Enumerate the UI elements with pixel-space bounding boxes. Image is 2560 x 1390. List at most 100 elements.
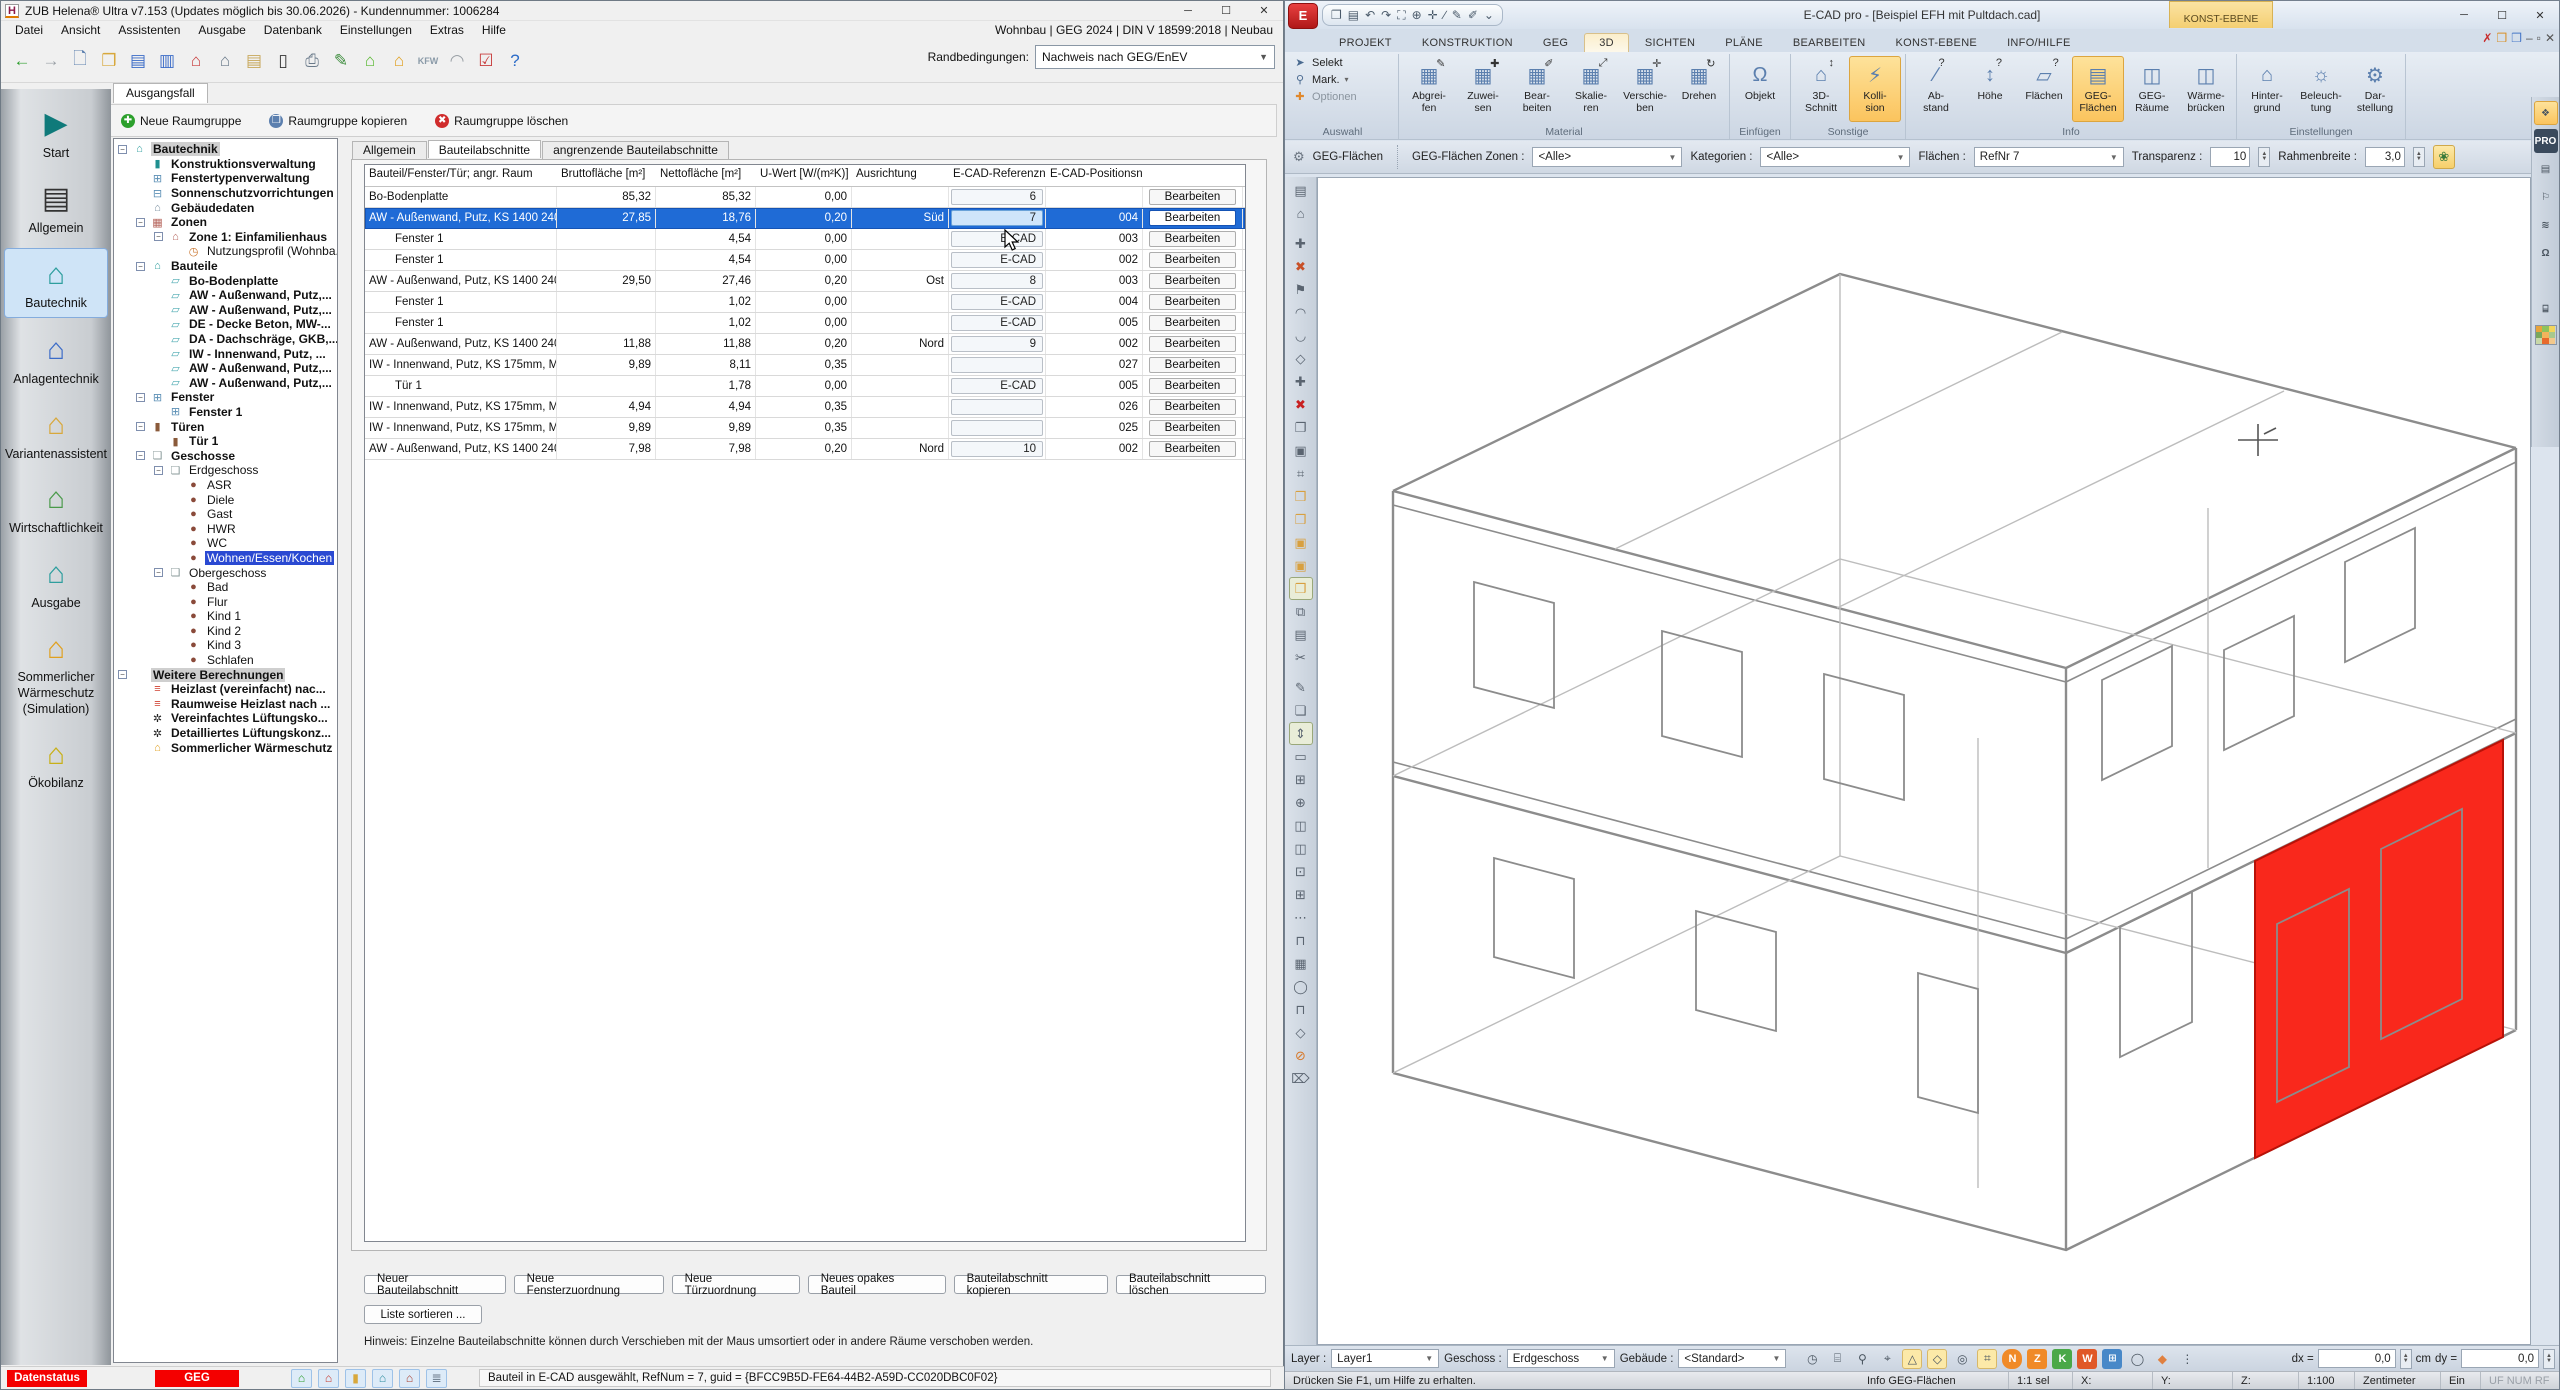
bearbeiten-button[interactable]: ▦ ✐ Bear- beiten [1511, 56, 1563, 122]
abstand-button[interactable]: ∕ ? Ab- stand [1910, 56, 1962, 122]
node-plus-icon[interactable]: ⊕ [1289, 791, 1313, 814]
tree-item[interactable]: − ▱ DA - Dachschräge, GKB,... [114, 332, 337, 347]
open-icon[interactable]: ❐ [1329, 8, 1344, 22]
kategorien-select[interactable]: <Alle>▼ [1760, 147, 1910, 167]
tree-item[interactable]: − ▦ Zonen [114, 215, 337, 230]
scissors-icon[interactable]: ✂ [1289, 646, 1313, 669]
cube-icon[interactable]: ❖ [2534, 101, 2558, 125]
detail-tab[interactable]: angrenzende Bauteilabschnitte [542, 141, 729, 159]
minimize-button[interactable]: ─ [2445, 6, 2483, 25]
table-row[interactable]: AW - Außenwand, Putz, KS 1400 240... 7,9… [365, 439, 1245, 460]
redo-icon[interactable]: ↷ [1379, 8, 1393, 22]
ecad-ref-field[interactable] [951, 399, 1043, 415]
zoom-icon[interactable]: ⊕ [1410, 8, 1424, 22]
tree-item[interactable]: − ● Flur [114, 594, 337, 609]
tree-item[interactable]: − ● Kind 1 [114, 609, 337, 624]
menu-item[interactable]: Datei [7, 22, 51, 38]
dx-input[interactable]: 0,0 [2318, 1349, 2396, 1368]
more-icon[interactable]: ⌄ [1482, 8, 1496, 22]
copy-shapes-icon[interactable]: ❐ [1289, 416, 1313, 439]
oekobilanz-icon[interactable]: ⌂ Ökobilanz [4, 729, 108, 797]
flaechen-button[interactable]: ▱ ? Flächen [2018, 56, 2070, 122]
ribbon-tab[interactable]: PROJEKT [1325, 34, 1406, 52]
tree-item[interactable]: − ▱ Bo-Bodenplatte [114, 273, 337, 288]
dx-stepper[interactable]: ▲▼ [2400, 1349, 2412, 1369]
expander-icon[interactable]: − [154, 568, 163, 577]
north-icon[interactable]: N [2002, 1349, 2022, 1369]
rect-plus-icon[interactable]: ⊞ [1289, 883, 1313, 906]
bearbeiten-button[interactable]: Bearbeiten [1149, 273, 1236, 289]
ecad-ref-field[interactable]: E-CAD [951, 252, 1043, 268]
cut-icon[interactable]: ✗ [2482, 31, 2492, 45]
darstellung-button[interactable]: ⚙ Dar- stellung [2349, 56, 2401, 122]
unit-indicator[interactable]: Zentimeter [2355, 1372, 2441, 1389]
node-rect-icon[interactable]: ⊞ [1289, 768, 1313, 791]
minimize-button[interactable]: ─ [1169, 1, 1207, 20]
toolbar-icon[interactable]: ⌂ [212, 48, 238, 74]
scale-indicator[interactable]: 1:100 [2299, 1372, 2355, 1389]
tree-item[interactable]: − ⌂ Zone 1: Einfamilienhaus [114, 230, 337, 245]
bearbeiten-button[interactable]: Bearbeiten [1149, 189, 1236, 205]
tree-item[interactable]: − ≡ Raumweise Heizlast nach ... [114, 697, 337, 712]
liste-sortieren-button[interactable]: Liste sortieren ... [364, 1305, 482, 1324]
tree-item[interactable]: − ◷ Nutzungsprofil (Wohnba... [114, 244, 337, 259]
tree-item[interactable]: − ⌂ Sommerlicher Wärmeschutz [114, 740, 337, 755]
neue-raumgruppe-button[interactable]: ✚ Neue Raumgruppe [114, 110, 248, 132]
abgreifen-button[interactable]: ▦ ✎ Abgrei- fen [1403, 56, 1455, 122]
pen2-icon[interactable]: ✐ [1466, 8, 1480, 22]
dots-icon[interactable]: ⋮ [2177, 1349, 2197, 1369]
bearbeiten-button[interactable]: Bearbeiten [1149, 210, 1236, 226]
ecad-ref-field[interactable]: 10 [951, 441, 1043, 457]
context-tab-header[interactable]: KONST-EBENE [2169, 1, 2273, 28]
gebaeude-select[interactable]: <Standard>▼ [1678, 1349, 1786, 1368]
hintergrund-button[interactable]: ⌂ Hinter- grund [2241, 56, 2293, 122]
close-button[interactable]: ✕ [1245, 1, 1283, 20]
ortho-icon[interactable]: ◆ [2152, 1349, 2172, 1369]
table-icon[interactable]: ⊓ [1289, 929, 1313, 952]
clipboard-icon[interactable]: ▤ [1289, 623, 1313, 646]
toolbar-icon[interactable]: ? [502, 48, 528, 74]
hoehe-button[interactable]: ↕ ? Höhe [1964, 56, 2016, 122]
windows-icon[interactable]: ❒ [2511, 31, 2522, 45]
neue-tuerzuordnung-button[interactable]: Neue Türzuordnung [672, 1275, 800, 1294]
table-row[interactable]: AW - Außenwand, Putz, KS 1400 240... 29,… [365, 271, 1245, 292]
ribbon-tab[interactable]: SICHTEN [1631, 34, 1709, 52]
snap-icon[interactable]: ✛ [1426, 8, 1440, 22]
bearbeiten-button[interactable]: Bearbeiten [1149, 315, 1236, 331]
undo-icon[interactable]: ↶ [1363, 8, 1377, 22]
expander-icon[interactable]: − [154, 232, 163, 241]
k-icon[interactable]: K [2052, 1349, 2072, 1369]
mark-button[interactable]: ⚲ Mark. ▾ [1287, 71, 1398, 88]
maximize-button[interactable]: ☐ [2483, 6, 2521, 25]
clock-icon[interactable]: ◷ [1802, 1349, 1822, 1369]
grid-icon[interactable]: ⌗ [1977, 1349, 1997, 1369]
eco-house-icon[interactable]: ⌂ [372, 1369, 393, 1388]
table-row[interactable]: Fenster 1 1,02 0,00 E-CAD 004 Bearbeiten [365, 292, 1245, 313]
dy-input[interactable]: 0,0 [2461, 1349, 2539, 1368]
toolbar-icon[interactable]: ← [9, 48, 35, 74]
expander-icon[interactable]: − [136, 393, 145, 402]
bearbeiten-button[interactable]: Bearbeiten [1149, 399, 1236, 415]
expander-icon[interactable]: − [118, 670, 127, 679]
save-icon[interactable]: ▤ [1346, 8, 1361, 22]
bauteilabschnitt-loeschen-button[interactable]: Bauteilabschnitt löschen [1116, 1275, 1266, 1294]
tree-item[interactable]: − ● ASR [114, 478, 337, 493]
bearbeiten-button[interactable]: Bearbeiten [1149, 336, 1236, 352]
tree-item[interactable]: − ▱ AW - Außenwand, Putz,... [114, 288, 337, 303]
allgemein-icon[interactable]: ▤ Allgemein [4, 174, 108, 242]
beleuchtung-button[interactable]: ☼ Beleuch- tung [2295, 56, 2347, 122]
layers-icon[interactable]: ◇ [1289, 1021, 1313, 1044]
energy-scale-icon[interactable]: ▮ [345, 1369, 366, 1388]
tree-item[interactable]: − ● WC [114, 536, 337, 551]
title-bar[interactable]: H ZUB Helena® Ultra v7.153 (Updates mögl… [1, 1, 1283, 21]
bearbeiten-button[interactable]: Bearbeiten [1149, 231, 1236, 247]
geschoss-select[interactable]: Erdgeschoss▼ [1507, 1349, 1615, 1368]
toolbar-icon[interactable]: → [38, 48, 64, 74]
col-ecad-referenznr[interactable]: E-CAD-Referenznr. [949, 165, 1046, 186]
ecad-ref-field[interactable] [951, 357, 1043, 373]
geg-badge[interactable]: GEG [155, 1370, 239, 1387]
pen-icon[interactable]: ✎ [1289, 676, 1313, 699]
grid9-icon[interactable]: ▦ [1289, 952, 1313, 975]
neuer-bauteilabschnitt-button[interactable]: Neuer Bauteilabschnitt [364, 1275, 506, 1294]
expander-icon[interactable]: − [118, 145, 127, 154]
